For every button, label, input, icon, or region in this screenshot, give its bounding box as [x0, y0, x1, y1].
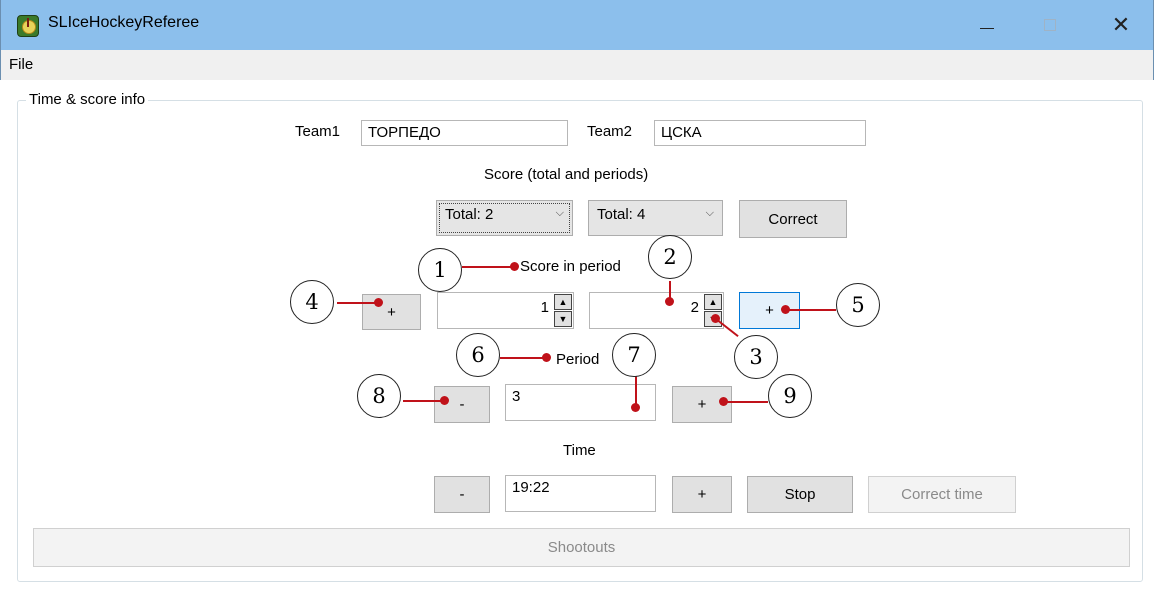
window-title: SLIceHockeyReferee — [48, 14, 200, 31]
team2-label: Team2 — [587, 123, 633, 140]
app-icon — [17, 15, 39, 37]
callout-dot-9 — [719, 397, 728, 406]
menu-bar — [0, 50, 1154, 80]
period-heading: Period — [556, 351, 600, 368]
callout-dot-8 — [440, 396, 449, 405]
group-label: Time & score info — [26, 91, 149, 108]
correct-score-button[interactable]: Correct — [739, 200, 847, 238]
time-plus-button[interactable]: + — [672, 476, 732, 513]
callout-dot-4 — [374, 298, 383, 307]
stop-button[interactable]: Stop — [747, 476, 853, 513]
team1-period-score-value: 1 — [540, 299, 549, 316]
callout-4: 4 — [290, 280, 334, 324]
callout-8: 8 — [357, 374, 401, 418]
callout-line-9 — [724, 401, 768, 403]
team1-period-score-spinner[interactable]: 1 ▲ ▼ — [437, 292, 574, 329]
callout-5: 5 — [836, 283, 880, 327]
callout-dot-3 — [711, 314, 720, 323]
callout-line-8 — [403, 400, 445, 402]
team2-period-score-spinner[interactable]: 2 ▲ ▼ — [589, 292, 724, 329]
callout-dot-1 — [510, 262, 519, 271]
time-heading: Time — [563, 442, 596, 459]
maximize-icon — [1044, 19, 1056, 31]
shootouts-button[interactable]: Shootouts — [33, 528, 1130, 567]
correct-time-button[interactable]: Correct time — [868, 476, 1016, 513]
score-in-period-heading: Score in period — [520, 258, 621, 275]
menu-file[interactable]: File — [9, 56, 33, 73]
time-minus-button[interactable]: - — [434, 476, 490, 513]
callout-dot-6 — [542, 353, 551, 362]
team1-label: Team1 — [295, 123, 341, 140]
time-input[interactable]: 19:22 — [505, 475, 656, 512]
callout-9: 9 — [768, 374, 812, 418]
team1-input[interactable]: ТОРПЕДО — [361, 120, 568, 146]
callout-dot-2 — [665, 297, 674, 306]
team2-total-value: Total: 4 — [597, 206, 646, 223]
callout-6: 6 — [456, 333, 500, 377]
spin-up-icon[interactable]: ▲ — [704, 294, 722, 310]
team2-input[interactable]: ЦСКА — [654, 120, 866, 146]
minimize-button[interactable] — [964, 0, 1010, 50]
callout-3: 3 — [734, 335, 778, 379]
callout-line-5 — [785, 309, 836, 311]
callout-line-4 — [337, 302, 379, 304]
team2-total-select[interactable]: Total: 4 ⌵ — [588, 200, 723, 236]
callout-1: 1 — [418, 248, 462, 292]
team2-period-score-value: 2 — [690, 299, 699, 316]
callout-2: 2 — [648, 235, 692, 279]
callout-7: 7 — [612, 333, 656, 377]
callout-dot-7 — [631, 403, 640, 412]
team1-score-plus-button[interactable]: + — [362, 294, 421, 330]
chevron-down-icon: ⌵ — [705, 207, 714, 219]
close-button[interactable]: ✕ — [1098, 0, 1144, 50]
maximize-button[interactable] — [1027, 0, 1073, 50]
spin-down-icon[interactable]: ▼ — [554, 311, 572, 327]
chevron-down-icon: ⌵ — [555, 207, 564, 219]
spin-up-icon[interactable]: ▲ — [554, 294, 572, 310]
callout-dot-5 — [781, 305, 790, 314]
team1-total-value: Total: 2 — [445, 206, 494, 223]
team1-total-select[interactable]: Total: 2 ⌵ — [436, 200, 573, 236]
score-heading: Score (total and periods) — [484, 166, 649, 183]
minimize-icon — [980, 27, 994, 29]
close-icon: ✕ — [1111, 12, 1131, 37]
